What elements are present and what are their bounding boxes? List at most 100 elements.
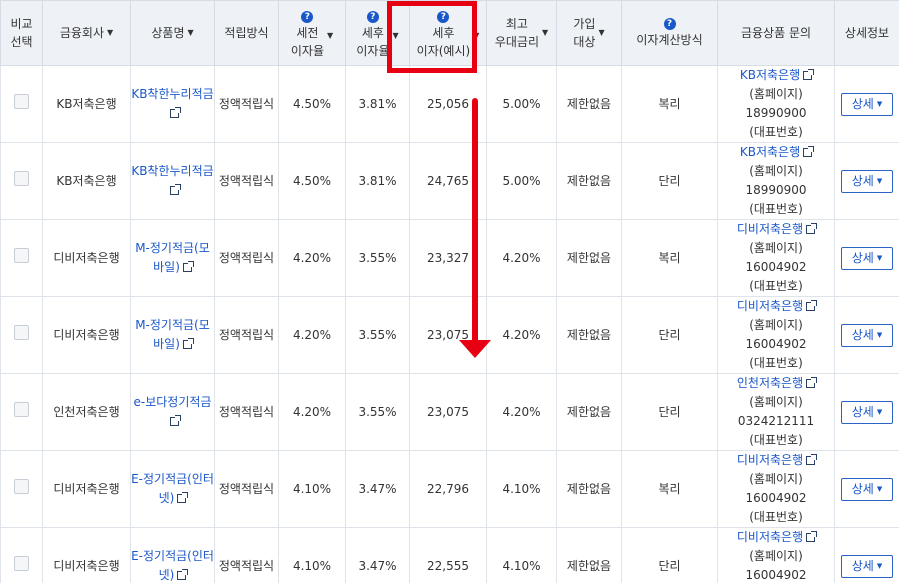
compare-checkbox[interactable] [14,247,29,263]
details-cell: 상세 ▼ [834,450,899,528]
pre-tax-rate: 4.20% [292,327,332,342]
eligibility-cell: 제한없음 [556,373,622,451]
product-link[interactable]: M-정기적금(모바일) [135,318,210,351]
bank-homepage-link[interactable]: KB저축은행 [740,145,800,159]
compare-checkbox[interactable] [14,401,29,417]
method-cell: 정액적립식 [214,527,279,583]
down-arrow-line [472,98,478,345]
product-link[interactable]: KB착한누리적금 [131,164,213,178]
bank-homepage-link[interactable]: 디비저축은행 [737,222,803,236]
detail-button[interactable]: 상세 ▼ [841,323,893,347]
pre-tax-rate: 4.50% [292,96,332,111]
header-eligibility[interactable]: 가입 대상 ▼ [556,0,622,66]
bank-homepage-link[interactable]: 인천저축은행 [737,376,803,390]
external-link-icon[interactable] [182,338,194,349]
inquiry-cell: 디비저축은행(홈페이지)16004902(대표번호) [717,527,835,583]
external-link-icon[interactable] [806,223,818,234]
detail-button[interactable]: 상세 ▼ [841,246,893,270]
bank-homepage-link[interactable]: KB저축은행 [740,68,800,82]
eligibility-cell: 제한없음 [556,65,622,143]
header-product[interactable]: 상품명 ▼ [130,0,215,66]
external-link-icon[interactable] [169,415,181,426]
product-cell[interactable]: E-정기적금(인터넷) [130,450,215,528]
external-link-icon[interactable] [803,146,815,157]
product-cell[interactable]: KB착한누리적금 [130,142,215,220]
external-link-icon[interactable] [169,107,181,118]
bank-name: 인천저축은행 [53,404,120,419]
product-cell[interactable]: e-보다정기적금 [130,373,215,451]
external-link-icon[interactable] [177,492,189,503]
header-post-tax-rate[interactable]: ? 세후 이자율 ▼ [345,0,410,66]
calc-method-value: 단리 [658,404,681,419]
post-tax-interest: 23,075 [427,404,469,419]
calc-method-value: 복리 [658,96,681,111]
homepage-label: (홈페이지) [749,318,803,332]
bank-cell: KB저축은행 [42,142,131,220]
interest-cell: 22,555 [409,527,487,583]
external-link-icon[interactable] [806,454,818,465]
eligibility-cell: 제한없음 [556,296,622,374]
detail-button[interactable]: 상세 ▼ [841,169,893,193]
external-link-icon[interactable] [806,531,818,542]
header-bank[interactable]: 금융회사 ▼ [42,0,131,66]
eligibility-value: 제한없음 [566,481,612,496]
compare-checkbox[interactable] [14,555,29,571]
pre-tax-cell: 4.10% [278,527,346,583]
help-icon[interactable]: ? [366,11,379,23]
help-icon[interactable]: ? [301,11,314,23]
calc-method-value: 단리 [658,558,681,573]
external-link-icon[interactable] [803,69,815,80]
bank-homepage-link[interactable]: 디비저축은행 [737,530,803,544]
product-link[interactable]: E-정기적금(인터넷) [131,549,214,582]
external-link-icon[interactable] [182,261,194,272]
header-max-rate-label: 최고 우대금리 [494,17,539,49]
compare-checkbox[interactable] [14,170,29,186]
post-tax-rate: 3.55% [358,404,397,419]
bank-cell: 디비저축은행 [42,450,131,528]
header-method: 적립방식 [214,0,279,66]
product-cell[interactable]: M-정기적금(모바일) [130,219,215,297]
product-cell[interactable]: M-정기적금(모바일) [130,296,215,374]
external-link-icon[interactable] [177,569,189,580]
homepage-label: (홈페이지) [749,241,803,255]
external-link-icon[interactable] [806,377,818,388]
chevron-down-icon: ▼ [876,407,883,416]
calc-cell: 복리 [621,65,718,143]
detail-button[interactable]: 상세 ▼ [841,554,893,578]
help-icon[interactable]: ? [663,17,676,30]
table-row: 디비저축은행 E-정기적금(인터넷) 정액적립식 4.10% 3.47% 22,555 4.… [0,527,899,583]
product-link[interactable]: e-보다정기적금 [134,395,212,409]
header-pre-tax-rate[interactable]: ? 세전 이자율 ▼ [278,0,346,66]
product-link[interactable]: E-정기적금(인터넷) [131,472,214,505]
detail-button-label: 상세 [851,173,874,188]
post-tax-rate: 3.55% [358,250,397,265]
pre-tax-rate: 4.20% [292,250,332,265]
calc-method-value: 단리 [658,173,681,188]
product-link[interactable]: M-정기적금(모바일) [135,241,210,274]
external-link-icon[interactable] [806,300,818,311]
eligibility-value: 제한없음 [566,96,612,111]
detail-button[interactable]: 상세 ▼ [841,92,893,116]
post-tax-cell: 3.47% [345,527,410,583]
bank-homepage-link[interactable]: 디비저축은행 [737,299,803,313]
detail-button[interactable]: 상세 ▼ [841,400,893,424]
bank-homepage-link[interactable]: 디비저축은행 [737,453,803,467]
compare-checkbox[interactable] [14,324,29,340]
product-cell[interactable]: E-정기적금(인터넷) [130,527,215,583]
product-cell[interactable]: KB착한누리적금 [130,65,215,143]
sort-caret-icon: ▼ [473,30,480,40]
header-max-rate[interactable]: 최고 우대금리 ▼ [486,0,557,66]
product-link[interactable]: KB착한누리적금 [131,87,213,101]
post-tax-cell: 3.47% [345,450,410,528]
header-post-tax-interest[interactable]: ? 세후 이자(예시) ▼ [409,0,487,66]
bank-cell: 디비저축은행 [42,296,131,374]
detail-button[interactable]: 상세 ▼ [841,477,893,501]
compare-checkbox[interactable] [14,478,29,494]
calc-cell: 단리 [621,527,718,583]
bank-cell: 인천저축은행 [42,373,131,451]
external-link-icon[interactable] [169,184,181,195]
phone-number: 16004902 [745,260,807,274]
sort-caret-icon: ▼ [107,28,114,37]
compare-checkbox[interactable] [14,93,29,109]
help-icon[interactable]: ? [437,11,450,23]
